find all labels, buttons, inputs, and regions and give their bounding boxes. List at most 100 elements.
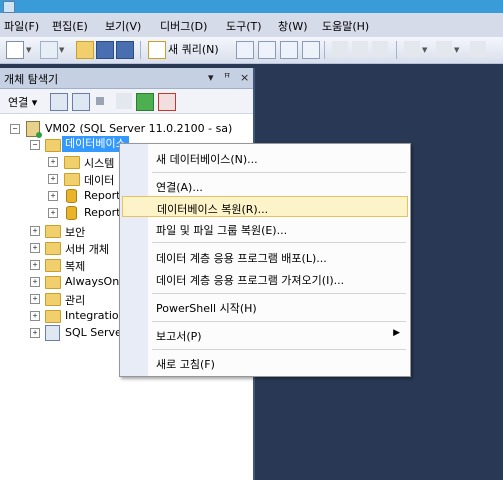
redo-icon[interactable]: [436, 41, 452, 57]
database-icon: [66, 189, 77, 203]
pin-icon[interactable]: ꟸ: [224, 71, 230, 84]
tree-node-server[interactable]: − VM02 (SQL Server 11.0.2100 - sa): [0, 120, 253, 138]
menu-item-restore-database[interactable]: 데이터베이스 복원(R)...: [122, 196, 408, 217]
menu-help[interactable]: 도움말(H): [322, 18, 369, 34]
window-position-icon[interactable]: ▾: [208, 71, 214, 84]
menu-window[interactable]: 창(W): [278, 18, 308, 34]
node-label: AlwaysOn: [65, 275, 120, 288]
toolbar-separator: [324, 41, 325, 59]
menu-item-label: 연결(A)...: [156, 181, 203, 194]
node-label: 보안: [65, 226, 86, 239]
menu-item-reports[interactable]: 보고서(P) ▶: [122, 324, 408, 345]
object-explorer-title: 개체 탐색기: [4, 73, 59, 86]
undo-icon[interactable]: [404, 41, 420, 57]
node-label: 관리: [65, 294, 86, 307]
node-label: 서버 개체: [65, 243, 109, 256]
menu-debug[interactable]: 디버그(D): [160, 18, 207, 34]
server-connected-icon: [26, 121, 42, 138]
menu-separator: [152, 349, 406, 350]
menu-item-new-database[interactable]: 새 데이터베이스(N)...: [122, 147, 408, 168]
menu-separator: [152, 293, 406, 294]
refresh-icon[interactable]: [136, 93, 154, 111]
new-item-icon[interactable]: [6, 41, 24, 59]
expand-icon[interactable]: +: [30, 243, 40, 253]
menu-item-label: 파일 및 파일 그룹 복원(E)...: [156, 224, 288, 237]
new-query-icon[interactable]: [148, 41, 166, 59]
menu-file[interactable]: 파일(F): [4, 18, 39, 34]
new-query-button[interactable]: 새 쿼리(N): [168, 41, 219, 57]
folder-icon: [45, 259, 61, 272]
dropdown-arrow-icon[interactable]: ▼: [59, 46, 64, 54]
menu-item-label: 데이터베이스 복원(R)...: [157, 203, 269, 216]
save-icon[interactable]: [96, 41, 114, 59]
expand-icon[interactable]: +: [30, 311, 40, 321]
dropdown-arrow-icon[interactable]: ▼: [422, 46, 427, 54]
cut-icon[interactable]: [332, 41, 348, 57]
folder-icon: [45, 276, 61, 289]
menu-item-import-dac[interactable]: 데이터 계층 응용 프로그램 가져오기(I)...: [122, 268, 408, 289]
disconnect-icon[interactable]: [72, 93, 90, 111]
paste-icon[interactable]: [372, 41, 388, 57]
dmx-query-icon[interactable]: [258, 41, 276, 59]
dropdown-arrow-icon[interactable]: ▼: [454, 46, 459, 54]
menu-item-attach[interactable]: 연결(A)...: [122, 175, 408, 196]
show-activity-icon[interactable]: [158, 93, 176, 111]
object-explorer-header: 개체 탐색기 ▾ ꟸ ×: [0, 68, 253, 89]
expand-icon[interactable]: +: [48, 174, 58, 184]
node-label: Report: [84, 189, 121, 202]
copy-icon[interactable]: [352, 41, 368, 57]
save-all-icon[interactable]: [116, 41, 134, 59]
menu-item-refresh[interactable]: 새로 고침(F): [122, 352, 408, 373]
menu-tools[interactable]: 도구(T): [226, 18, 262, 34]
add-item-icon[interactable]: [40, 41, 58, 59]
connect-object-explorer-icon[interactable]: [50, 93, 68, 111]
expand-icon[interactable]: +: [30, 294, 40, 304]
title-bar: [0, 0, 503, 13]
menu-edit[interactable]: 편집(E): [52, 18, 88, 34]
menu-separator: [152, 321, 406, 322]
collapse-icon[interactable]: −: [30, 140, 40, 150]
menu-item-restore-files[interactable]: 파일 및 파일 그룹 복원(E)...: [122, 218, 408, 239]
expand-icon[interactable]: +: [30, 328, 40, 338]
menu-view[interactable]: 보기(V): [105, 18, 141, 34]
menu-item-deploy-dac[interactable]: 데이터 계층 응용 프로그램 배포(L)...: [122, 246, 408, 267]
folder-icon: [45, 293, 61, 306]
object-explorer-toolbar: 연결 ▾: [0, 89, 253, 114]
folder-icon: [64, 156, 80, 169]
folder-icon: [45, 139, 61, 152]
xmla-query-icon[interactable]: [280, 41, 298, 59]
database-icon: [66, 206, 77, 220]
toolbar-separator: [140, 41, 141, 59]
expand-icon[interactable]: +: [30, 260, 40, 270]
standard-toolbar: ▼ ▼ 새 쿼리(N) ▼ ▼: [0, 37, 503, 64]
mdx-query-icon[interactable]: [236, 41, 254, 59]
expand-icon[interactable]: +: [48, 191, 58, 201]
expand-icon[interactable]: +: [30, 226, 40, 236]
toolbar-separator: [396, 41, 397, 59]
expand-icon[interactable]: +: [30, 277, 40, 287]
menu-item-label: PowerShell 시작(H): [156, 302, 257, 315]
close-icon[interactable]: ×: [240, 71, 249, 84]
stop-icon[interactable]: [96, 97, 104, 105]
node-label: 시스템: [84, 157, 115, 170]
dropdown-arrow-icon[interactable]: ▼: [26, 46, 31, 54]
filter-icon[interactable]: [116, 93, 132, 109]
folder-icon: [45, 225, 61, 238]
menu-item-label: 보고서(P): [156, 330, 202, 343]
server-label: VM02 (SQL Server 11.0.2100 - sa): [45, 122, 233, 135]
node-label: SQL Serve: [65, 326, 122, 339]
collapse-icon[interactable]: −: [10, 124, 20, 134]
menu-bar: 파일(F) 편집(E) 보기(V) 디버그(D) 도구(T) 창(W) 도움말(…: [0, 13, 503, 37]
analysis-query-icon[interactable]: [302, 41, 320, 59]
menu-item-start-powershell[interactable]: PowerShell 시작(H): [122, 296, 408, 317]
node-label: 데이터: [84, 174, 115, 187]
menu-item-label: 데이터 계층 응용 프로그램 배포(L)...: [156, 252, 327, 265]
open-folder-icon[interactable]: [76, 41, 94, 59]
menu-item-label: 새로 고침(F): [156, 358, 215, 371]
menu-separator: [152, 172, 406, 173]
expand-icon[interactable]: +: [48, 208, 58, 218]
context-menu: 새 데이터베이스(N)... 연결(A)... 데이터베이스 복원(R)... …: [119, 143, 411, 377]
connect-button[interactable]: 연결 ▾: [8, 94, 37, 110]
navigate-icon[interactable]: [470, 41, 486, 57]
expand-icon[interactable]: +: [48, 157, 58, 167]
